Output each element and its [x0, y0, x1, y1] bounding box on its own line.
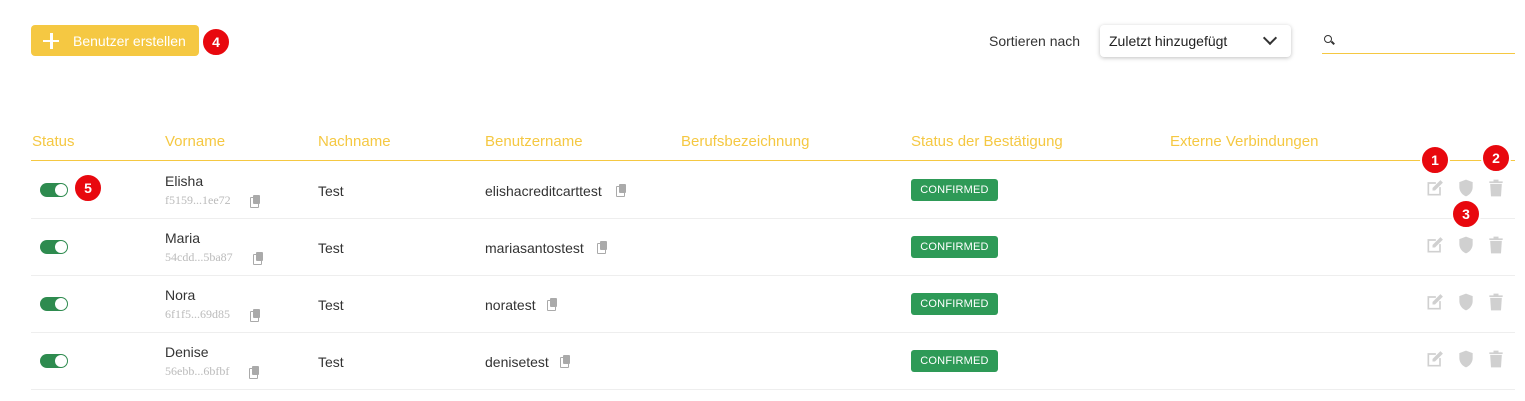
username: mariasantostest [485, 240, 584, 256]
sort-select[interactable]: Zuletzt hinzugefügt [1100, 25, 1291, 57]
edit-icon[interactable] [1425, 292, 1445, 312]
edit-icon[interactable] [1425, 349, 1445, 369]
copy-icon[interactable] [597, 241, 607, 254]
search-input[interactable] [1340, 31, 1510, 51]
username: denisetest [485, 354, 549, 370]
header-username[interactable]: Benutzername [485, 133, 583, 150]
user-id: 54cdd...5ba87 [165, 250, 233, 264]
shield-icon[interactable] [1456, 235, 1476, 255]
header-last-name[interactable]: Nachname [318, 133, 391, 150]
status-toggle[interactable] [40, 297, 68, 311]
status-toggle[interactable] [40, 354, 68, 368]
status-badge: CONFIRMED [911, 179, 998, 201]
status-badge: CONFIRMED [911, 350, 998, 372]
last-name: Test [318, 240, 344, 256]
first-name: Denise [165, 344, 209, 360]
header-confirmation-status[interactable]: Status der Bestätigung [911, 133, 1063, 150]
user-id: 56ebb...6bfbf [165, 364, 230, 378]
search-icon [1324, 35, 1332, 43]
header-external-connections[interactable]: Externe Verbindungen [1170, 133, 1318, 150]
user-id: 6f1f5...69d85 [165, 307, 230, 321]
shield-icon[interactable] [1456, 349, 1476, 369]
last-name: Test [318, 354, 344, 370]
annotation-badge-4: 4 [201, 27, 231, 57]
annotation-badge-2: 2 [1481, 143, 1511, 173]
trash-icon[interactable] [1486, 292, 1506, 312]
annotation-badge-5: 5 [73, 173, 103, 203]
copy-icon[interactable] [253, 252, 263, 265]
copy-icon[interactable] [250, 309, 260, 322]
trash-icon[interactable] [1486, 235, 1506, 255]
create-user-label: Benutzer erstellen [73, 32, 186, 49]
status-badge: CONFIRMED [911, 236, 998, 258]
copy-icon[interactable] [560, 355, 570, 368]
trash-icon[interactable] [1486, 349, 1506, 369]
user-id: f5159...1ee72 [165, 193, 231, 207]
sort-label: Sortieren nach [989, 33, 1081, 49]
row-divider [31, 275, 1515, 276]
header-job-title[interactable]: Berufsbezeichnung [681, 133, 809, 150]
chevron-down-icon [1262, 30, 1278, 46]
shield-icon[interactable] [1456, 178, 1476, 198]
row-divider [31, 332, 1515, 333]
status-toggle[interactable] [40, 240, 68, 254]
first-name: Elisha [165, 173, 204, 189]
shield-icon[interactable] [1456, 292, 1476, 312]
status-badge: CONFIRMED [911, 293, 998, 315]
last-name: Test [318, 183, 344, 199]
edit-icon[interactable] [1425, 235, 1445, 255]
copy-icon[interactable] [250, 195, 260, 208]
header-first-name[interactable]: Vorname [165, 133, 225, 150]
copy-icon[interactable] [249, 366, 259, 379]
header-divider [31, 160, 1515, 161]
copy-icon[interactable] [547, 298, 557, 311]
search-field[interactable] [1322, 29, 1515, 54]
first-name: Maria [165, 230, 201, 246]
status-toggle[interactable] [40, 183, 68, 197]
header-status[interactable]: Status [32, 133, 75, 150]
row-divider [31, 389, 1515, 390]
username: noratest [485, 297, 536, 313]
edit-icon[interactable] [1425, 178, 1445, 198]
sort-selected-value: Zuletzt hinzugefügt [1109, 33, 1228, 49]
annotation-badge-3: 3 [1451, 199, 1481, 229]
trash-icon[interactable] [1486, 178, 1506, 198]
create-user-button[interactable]: Benutzer erstellen [31, 25, 199, 56]
annotation-badge-1: 1 [1420, 145, 1450, 175]
copy-icon[interactable] [616, 184, 626, 197]
username: elishacreditcarttest [485, 183, 602, 199]
last-name: Test [318, 297, 344, 313]
plus-icon [43, 32, 59, 49]
first-name: Nora [165, 287, 196, 303]
row-divider [31, 218, 1515, 219]
